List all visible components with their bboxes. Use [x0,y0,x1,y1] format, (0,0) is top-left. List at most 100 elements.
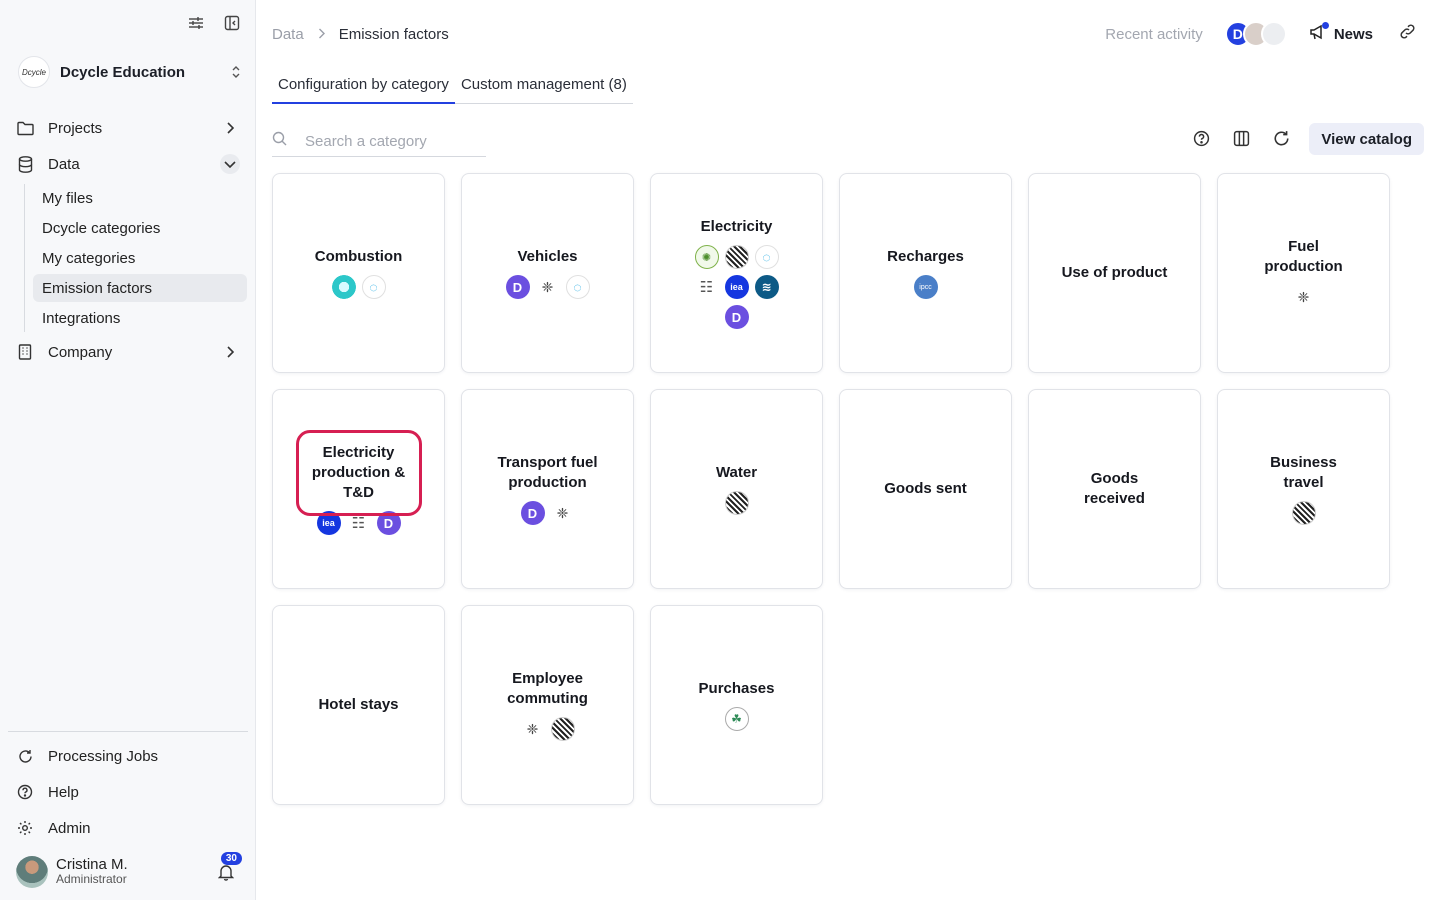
org-name: Dcycle Education [60,63,186,81]
category-card[interactable]: Water [650,389,823,589]
source-logos: ✺ ◌ ☷ iea ≋ D [689,245,785,329]
megaphone-icon [1309,22,1329,44]
category-card[interactable]: Electricity production & T&D iea ☷ D [272,389,445,589]
category-card[interactable]: Electricity ✺ ◌ ☷ iea ≋ D [650,173,823,373]
source-logos: ipcc [913,275,938,299]
category-card[interactable]: Purchases ☘ [650,605,823,805]
main-content: Data Emission factors Recent activity D … [256,0,1440,900]
bell-icon[interactable] [217,863,235,886]
striped-logo [550,717,575,741]
sidebar-item-emission-factors[interactable]: Emission factors [33,274,247,302]
striped-logo [724,491,749,515]
help-circle-icon[interactable] [1193,130,1211,148]
source-logos [724,491,749,515]
search-icon [272,131,287,151]
refresh-icon [16,747,34,765]
nav-item-data[interactable]: Data [8,146,248,182]
avatar [16,856,48,888]
category-title: Water [715,464,758,481]
category-card[interactable]: Goods received [1028,389,1201,589]
news-label: News [1333,25,1373,43]
source-logos: ☘ [724,707,749,731]
database-icon [16,155,34,173]
tab-custom-management[interactable]: Custom management (8) [455,72,633,103]
category-card[interactable]: Use of product [1028,173,1201,373]
gear-icon [16,819,34,837]
chevron-right-icon [220,118,240,138]
user-profile[interactable]: Cristina M. Administrator 30 [16,852,246,889]
category-title: Business travel [1270,454,1337,491]
category-card[interactable]: Vehicles D ❈ ◌ [461,173,634,373]
category-title: Employee commuting [507,670,588,707]
nav-item-company[interactable]: Company [8,334,248,370]
user-name: Cristina M. [56,856,128,873]
news-button[interactable]: News [1309,22,1373,44]
category-title: Goods received [1084,470,1145,507]
c-logo: ◌ [754,245,779,269]
source-logos: D ❈ [520,501,575,525]
category-title: Vehicles [517,248,578,265]
empty-avatar [1260,21,1287,47]
category-card[interactable]: Combustion ◌ [272,173,445,373]
tab-configuration-by-category[interactable]: Configuration by category [272,72,455,104]
sliders-icon[interactable] [187,14,205,32]
highlight-outline [296,430,422,516]
recent-activity-link[interactable]: Recent activity [1105,26,1203,43]
view-catalog-button[interactable]: View catalog [1309,123,1424,155]
columns-icon[interactable] [1233,130,1251,148]
nav-item-admin[interactable]: Admin [8,810,248,846]
nav-item-processing-jobs[interactable]: Processing Jobs [8,738,248,774]
green-seal-logo: ✺ [694,245,719,269]
sidebar-item-my-categories[interactable]: My categories [33,244,247,272]
ipcc-logo: ipcc [913,275,938,299]
source-logos: ❈ [1291,285,1316,309]
source-logos [1291,501,1316,525]
category-title: Goods sent [884,480,967,497]
nav-label-company: Company [48,343,113,361]
help-circle-icon [16,783,34,801]
gov-crest-logo: ❈ [550,501,575,525]
striped-logo [724,245,749,269]
notification-badge: 30 [220,852,242,865]
source-logos: D ❈ ◌ [505,275,590,299]
refresh-icon[interactable] [1273,130,1291,148]
search-input[interactable] [305,132,475,150]
category-title: Fuel production [1264,238,1343,275]
breadcrumb: Data Emission factors [272,24,449,44]
sidebar-top-icons [187,14,241,32]
category-card[interactable]: Fuel production ❈ [1217,173,1390,373]
user-info: Cristina M. Administrator [56,857,128,887]
sidebar-item-dcycle-categories[interactable]: Dcycle categories [33,214,247,242]
nav-item-help[interactable]: Help [8,774,248,810]
leaf-logo: ☘ [724,707,749,731]
chevron-up-down-icon [230,64,242,80]
chevron-right-icon [318,27,325,42]
category-card[interactable]: Goods sent [839,389,1012,589]
c-logo: ◌ [361,275,386,299]
org-logo: Dcycle [18,56,50,88]
avatar-stack[interactable]: D [1224,21,1287,47]
category-card[interactable]: Employee commuting ❈ [461,605,634,805]
wave-logo: ≋ [754,275,779,299]
sidebar: Dcycle Dcycle Education Projects Data My… [0,0,256,900]
c-logo: ◌ [565,275,590,299]
chevron-down-icon [220,154,240,174]
category-card[interactable]: Hotel stays [272,605,445,805]
category-card[interactable]: Recharges ipcc [839,173,1012,373]
nav-item-projects[interactable]: Projects [8,110,248,146]
gov-crest-logo: ❈ [1291,285,1316,309]
dcycle-logo: D [520,501,545,525]
category-card[interactable]: Business travel [1217,389,1390,589]
collapse-sidebar-icon[interactable] [223,14,241,32]
user-role: Administrator [56,872,127,886]
link-icon[interactable] [1399,23,1416,45]
news-dot [1321,22,1329,29]
striped-logo [1291,501,1316,525]
organization-switcher[interactable]: Dcycle Dcycle Education [18,56,242,88]
breadcrumb-item-current: Emission factors [338,25,449,43]
folder-icon [16,119,34,137]
sidebar-item-my-files[interactable]: My files [33,184,247,212]
category-card[interactable]: Transport fuel production D ❈ [461,389,634,589]
sidebar-item-integrations[interactable]: Integrations [33,304,247,332]
breadcrumb-item-data[interactable]: Data [272,26,304,43]
